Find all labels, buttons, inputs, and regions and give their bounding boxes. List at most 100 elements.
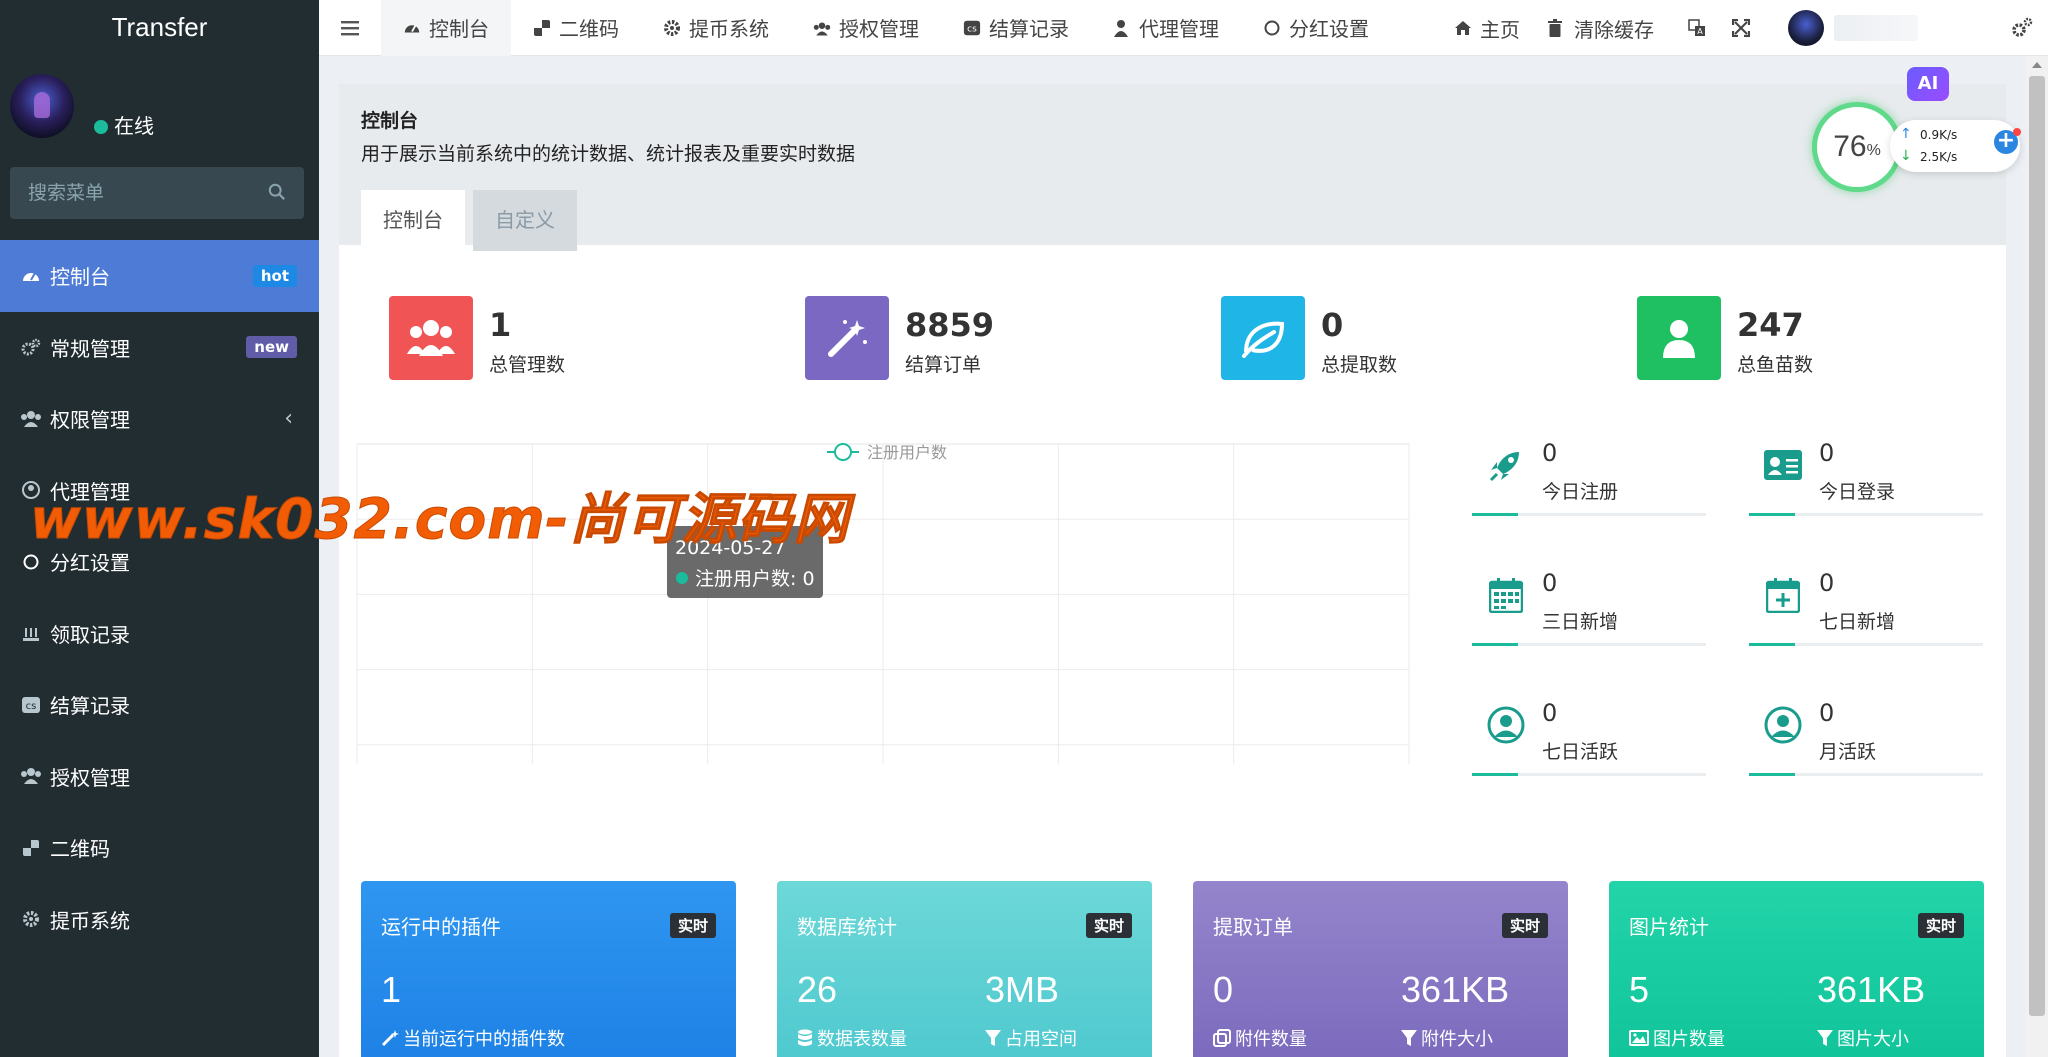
scroll-thumb[interactable]: [2029, 76, 2045, 1016]
sidebar-item-label: 常规管理: [50, 336, 130, 361]
content-tabs: 控制台 自定义: [361, 190, 1984, 251]
username-blurred[interactable]: [1834, 15, 1918, 41]
svg-text:cs: cs: [26, 701, 37, 712]
sidebar-item-records[interactable]: 领取记录: [0, 598, 319, 670]
realtime-badge: 实时: [1501, 913, 1548, 938]
card-sub: 数据表数量: [797, 1025, 907, 1051]
gear-icon: [20, 908, 42, 930]
users-icon: [813, 19, 831, 37]
nav-right: 主页 清除缓存 A: [1432, 0, 1918, 56]
sidebar-item-label: 二维码: [50, 837, 110, 862]
card-title: 图片统计: [1629, 915, 1709, 939]
tab-console[interactable]: 控制台: [361, 190, 465, 251]
search-input[interactable]: [10, 167, 250, 219]
nav-label: 结算记录: [989, 17, 1069, 41]
tab-settlement[interactable]: cs 结算记录: [941, 0, 1091, 56]
user-circle-icon: [1486, 705, 1526, 745]
download-speed: 2.5K/s: [1920, 150, 1958, 164]
mini-label: 七日新增: [1819, 611, 1896, 633]
home-link[interactable]: 主页: [1432, 0, 1542, 56]
plus-icon[interactable]: +: [1994, 128, 2021, 154]
nav-label: 分红设置: [1289, 17, 1369, 41]
clear-cache-button[interactable]: 清除缓存: [1542, 0, 1676, 56]
sidebar-item-settlement[interactable]: cs 结算记录: [0, 669, 319, 741]
stat-value: 0: [1321, 306, 1344, 344]
stat-admins: 1 总管理数: [389, 296, 769, 382]
stat-withdrawals: 0 总提取数: [1221, 296, 1601, 382]
card-title: 运行中的插件: [381, 915, 501, 939]
mini-progress: [1472, 513, 1706, 516]
clear-cache-label: 清除缓存: [1574, 17, 1654, 42]
sidebar-item-dashboard[interactable]: 控制台 hot: [0, 240, 319, 312]
card-sub-label: 数据表数量: [817, 1029, 907, 1050]
top-navbar: 控制台 二维码 提币系统 授权管理 cs 结算记录 代理管理 分红设置 主页 清…: [319, 0, 2048, 56]
cpu-percent-value: 76: [1833, 130, 1867, 163]
mini-seven-day-active: 0 七日活跃: [1472, 699, 1706, 819]
tab-agent[interactable]: 代理管理: [1091, 0, 1241, 56]
avatar[interactable]: [10, 74, 74, 138]
mini-monthly-active: 0 月活跃: [1749, 699, 1983, 819]
stat-value: 1: [489, 306, 512, 344]
settings-gear-icon[interactable]: [2010, 16, 2034, 40]
card-withdraw-orders: 提取订单 实时 0 361KB 附件数量 附件大小: [1193, 881, 1568, 1057]
stat-label: 总提取数: [1321, 354, 1398, 376]
mini-progress: [1472, 643, 1706, 646]
nav-label: 代理管理: [1139, 17, 1219, 41]
user-icon: [1113, 19, 1131, 37]
search-icon[interactable]: [268, 183, 286, 201]
card-sub-label: 当前运行中的插件数: [403, 1029, 565, 1050]
ai-assistant-button[interactable]: AI: [1907, 67, 1949, 101]
online-status-label: 在线: [114, 114, 154, 138]
mini-value: 0: [1819, 699, 1835, 727]
hot-badge: hot: [252, 264, 297, 287]
fullscreen-icon[interactable]: [1718, 0, 1764, 56]
circle-icon: [20, 551, 42, 573]
chart-legend-marker: [834, 443, 852, 461]
tab-custom[interactable]: 自定义: [473, 190, 577, 251]
sidebar-item-permission[interactable]: 权限管理 ‹: [0, 383, 319, 455]
sidebar-item-qrcode[interactable]: 二维码: [0, 812, 319, 884]
page-scrollbar[interactable]: [2026, 56, 2048, 1057]
card-sub-label: 图片大小: [1837, 1029, 1909, 1050]
mini-label: 今日注册: [1542, 481, 1619, 503]
mini-value: 0: [1542, 569, 1558, 597]
translate-icon[interactable]: A: [1676, 0, 1718, 56]
mini-label: 七日活跃: [1542, 741, 1619, 763]
stat-label: 总管理数: [489, 354, 566, 376]
tab-withdraw[interactable]: 提币系统: [641, 0, 791, 56]
sidebar-item-authorization[interactable]: 授权管理: [0, 741, 319, 813]
tab-dividend[interactable]: 分红设置: [1241, 0, 1391, 56]
chevron-left-icon: ‹: [284, 406, 293, 432]
tab-qrcode[interactable]: 二维码: [511, 0, 641, 56]
card-sub-2: 占用空间: [985, 1025, 1077, 1051]
card-value: 26: [797, 969, 838, 1010]
calendar-icon: [1486, 575, 1526, 615]
tab-authorization[interactable]: 授权管理: [791, 0, 941, 56]
sidebar-item-withdraw[interactable]: 提币系统: [0, 884, 319, 956]
scroll-up-icon[interactable]: [2032, 62, 2042, 68]
cs-icon: cs: [963, 19, 981, 37]
calendar-plus-icon: [1763, 575, 1803, 615]
sidebar-item-label: 结算记录: [50, 694, 130, 719]
image-icon: [1629, 1030, 1649, 1046]
card-sub-label: 占用空间: [1005, 1029, 1077, 1050]
mini-progress: [1749, 643, 1983, 646]
tab-dashboard[interactable]: 控制台: [381, 0, 511, 56]
sidebar-item-general[interactable]: 常规管理 new: [0, 312, 319, 384]
user-panel: [0, 54, 319, 164]
menu-toggle-icon[interactable]: [319, 0, 381, 56]
nav-label: 提币系统: [689, 17, 769, 41]
magic-wand-icon: [381, 1030, 399, 1047]
svg-text:cs: cs: [967, 24, 977, 34]
mini-progress: [1749, 773, 1983, 776]
stat-label: 结算订单: [905, 354, 982, 376]
sidebar-item-label: 控制台: [50, 265, 110, 290]
card-sub: 图片数量: [1629, 1025, 1725, 1051]
leaf-icon: [1221, 296, 1305, 380]
cogs-icon: [20, 336, 42, 358]
card-value: 5: [1629, 969, 1650, 1010]
card-images: 图片统计 实时 5 361KB 图片数量 图片大小: [1609, 881, 1984, 1057]
app-brand[interactable]: Transfer: [0, 0, 319, 54]
avatar[interactable]: [1788, 10, 1824, 46]
cs-icon: cs: [20, 694, 42, 716]
